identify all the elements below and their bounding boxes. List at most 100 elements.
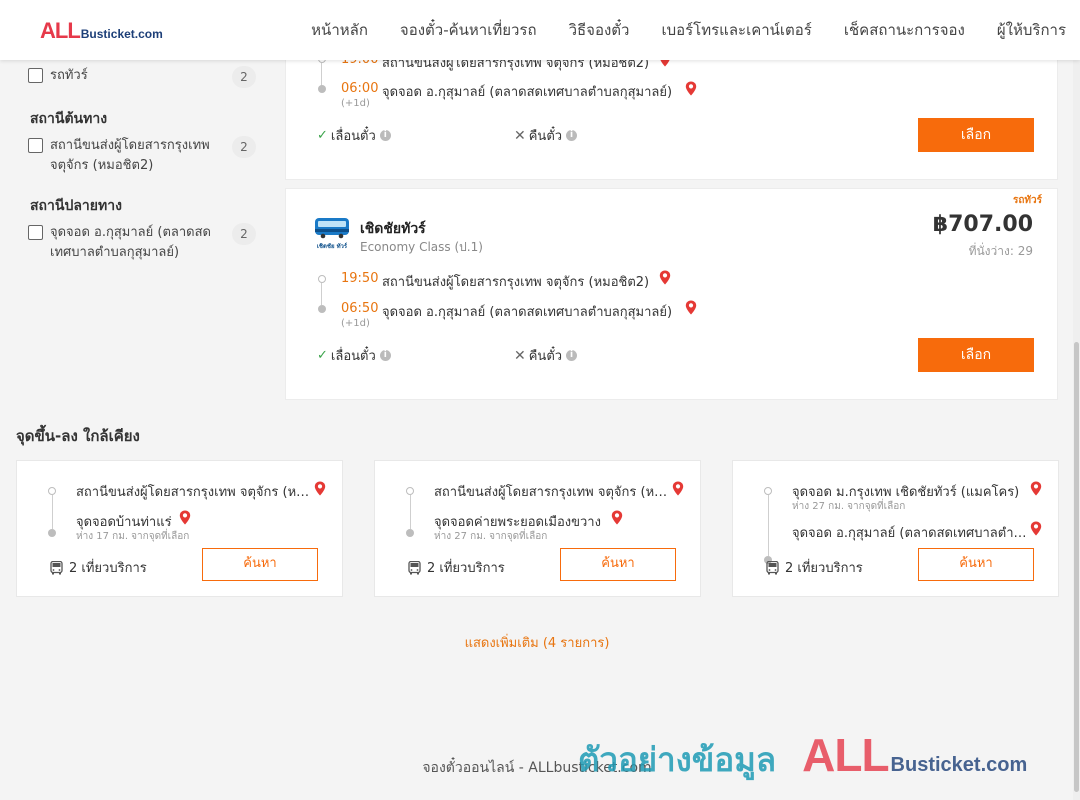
route-end-dot [318, 85, 326, 93]
trip-card: รถทัวร์ เชิดชัย ทัวร์ เชิดชัยทัวร์ Econo… [285, 188, 1058, 400]
checkbox[interactable] [28, 68, 43, 83]
route-end-dot [406, 529, 414, 537]
nav-operators[interactable]: ผู้ให้บริการ [997, 18, 1066, 42]
nearby-to-distance: ห่าง 27 กม. จากจุดที่เลือก [434, 531, 548, 542]
nav-home[interactable]: หน้าหลัก [311, 18, 368, 42]
operator-logo-text: เชิดชัย ทัวร์ [317, 242, 348, 250]
nav-how-to-book[interactable]: วิธีจองตั๋ว [569, 18, 630, 42]
feature-label: คืนตั๋ว [528, 129, 563, 144]
trip-count: 2 เที่ยวบริการ [408, 557, 505, 578]
nearby-from: สถานีขนส่งผู้โดยสารกรุงเทพ จตุจักร (หมอช… [76, 485, 311, 500]
operator-logo: เชิดชัย ทัวร์ [315, 218, 349, 250]
main-nav: หน้าหลัก จองตั๋ว-ค้นหาเที่ยวรถ วิธีจองตั… [279, 0, 1066, 60]
bus-class: Economy Class (ป.1) [360, 240, 483, 254]
nearby-search-button[interactable]: ค้นหา [202, 548, 318, 581]
feature-postpone: ✓ เลื่อนตั๋ว i [317, 345, 391, 366]
filter-label: สถานีขนส่งผู้โดยสารกรุงเทพ จตุจักร (หมอช… [50, 138, 210, 173]
feature-label: คืนตั๋ว [528, 349, 563, 364]
next-day-label: (+1d) [341, 98, 370, 109]
nearby-from-distance: ห่าง 27 กม. จากจุดที่เลือก [792, 501, 906, 512]
route-line [321, 283, 322, 305]
arrive-time: 06:50 [341, 301, 379, 316]
nearby-section-title: จุดขึ้น-ลง ใกล้เคียง [16, 427, 140, 445]
bus-icon [408, 561, 421, 575]
nearby-to: จุดจอด อ.กุสุมาลย์ (ตลาดสดเทศบาลตำบลกุสุ… [792, 526, 1027, 541]
map-pin-icon[interactable] [611, 510, 623, 525]
trip-count: 2 เที่ยวบริการ [766, 557, 863, 578]
count-badge: 2 [232, 66, 256, 88]
operator-name: เชิดชัยทัวร์ [360, 221, 426, 237]
arrive-time: 06:00 [341, 81, 379, 96]
cross-icon: ✕ [514, 127, 526, 144]
route-line [52, 495, 53, 529]
nav-search-trips[interactable]: จองตั๋ว-ค้นหาเที่ยวรถ [400, 18, 537, 42]
site-logo[interactable]: ALL Busticket.com [40, 18, 163, 44]
filter-destination-station[interactable]: จุดจอด อ.กุสุมาลย์ (ตลาดสดเทศบาลตำบลกุสุ… [28, 223, 258, 263]
info-icon[interactable]: i [566, 130, 578, 141]
price: ฿707.00 [932, 212, 1033, 237]
map-pin-icon[interactable] [1030, 521, 1042, 536]
origin-heading: สถานีต้นทาง [30, 111, 108, 127]
route-line [768, 495, 769, 556]
scrollbar-thumb[interactable] [1074, 342, 1079, 792]
map-pin-icon[interactable] [1030, 481, 1042, 496]
map-pin-icon[interactable] [672, 481, 684, 496]
show-more-link[interactable]: แสดงเพิ่มเติม (4 รายการ) [0, 632, 1074, 653]
next-day-label: (+1d) [341, 318, 370, 329]
info-icon[interactable]: i [379, 130, 391, 141]
feature-refund: ✕ คืนตั๋ว i [514, 125, 578, 146]
feature-label: เลื่อนตั๋ว [330, 129, 376, 144]
route-end-dot [48, 529, 56, 537]
trip-count-label: 2 เที่ยวบริการ [69, 561, 147, 576]
check-icon: ✓ [317, 348, 328, 363]
map-pin-icon[interactable] [659, 270, 671, 285]
map-pin-icon[interactable] [685, 300, 697, 315]
feature-refund: ✕ คืนตั๋ว i [514, 345, 578, 366]
filter-label: รถทัวร์ [50, 68, 88, 83]
depart-time: 19:50 [341, 271, 379, 286]
nearby-to-distance: ห่าง 17 กม. จากจุดที่เลือก [76, 531, 190, 542]
nearby-search-button[interactable]: ค้นหา [560, 548, 676, 581]
arrive-place: จุดจอด อ.กุสุมาลย์ (ตลาดสดเทศบาลตำบลกุสุ… [382, 85, 673, 100]
feature-postpone: ✓ เลื่อนตั๋ว i [317, 125, 391, 146]
route-start-dot [406, 487, 414, 495]
depart-place: สถานีขนส่งผู้โดยสารกรุงเทพ จตุจักร (หมอช… [382, 275, 650, 290]
select-trip-button[interactable]: เลือก [918, 118, 1034, 152]
map-pin-icon[interactable] [179, 510, 191, 525]
select-trip-button[interactable]: เลือก [918, 338, 1034, 372]
count-badge: 2 [232, 136, 256, 158]
nearby-search-button[interactable]: ค้นหา [918, 548, 1034, 581]
available-seats: ที่นั่งว่าง: 29 [968, 244, 1033, 258]
arrive-place: จุดจอด อ.กุสุมาลย์ (ตลาดสดเทศบาลตำบลกุสุ… [382, 305, 673, 320]
logo-rest: Busticket.com [80, 27, 163, 41]
route-start-dot [764, 487, 772, 495]
destination-heading: สถานีปลายทาง [30, 198, 122, 214]
bus-icon [50, 561, 63, 575]
info-icon[interactable]: i [379, 350, 391, 361]
info-icon[interactable]: i [566, 350, 578, 361]
nearby-card: สถานีขนส่งผู้โดยสารกรุงเทพ จตุจักร (หมอช… [16, 460, 343, 597]
check-icon: ✓ [317, 128, 328, 143]
checkbox[interactable] [28, 138, 43, 153]
nav-booking-status[interactable]: เช็คสถานะการจอง [844, 18, 965, 42]
footer-text: จองตั๋วออนไลน์ - ALLbusticket.com [422, 760, 652, 776]
checkbox[interactable] [28, 225, 43, 240]
trip-count: 2 เที่ยวบริการ [50, 557, 147, 578]
route-start-dot [48, 487, 56, 495]
route-start-dot [318, 275, 326, 283]
logo-all: ALL [40, 18, 81, 43]
nearby-card: จุดจอด ม.กรุงเทพ เชิดชัยทัวร์ (แมคโคร) ห… [732, 460, 1059, 597]
feature-label: เลื่อนตั๋ว [330, 349, 376, 364]
filter-bus-type-tour[interactable]: รถทัวร์ 2 [28, 66, 258, 88]
bus-icon [766, 561, 779, 575]
nav-phone-counters[interactable]: เบอร์โทรและเคาน์เตอร์ [661, 18, 811, 42]
route-line [321, 63, 322, 87]
trip-count-label: 2 เที่ยวบริการ [785, 561, 863, 576]
bus-type-tag: รถทัวร์ [1013, 195, 1043, 206]
cross-icon: ✕ [514, 347, 526, 364]
route-line [410, 495, 411, 529]
top-navbar: ALL Busticket.com หน้าหลัก จองตั๋ว-ค้นหา… [0, 0, 1080, 60]
filter-origin-station[interactable]: สถานีขนส่งผู้โดยสารกรุงเทพ จตุจักร (หมอช… [28, 136, 258, 176]
map-pin-icon[interactable] [685, 81, 697, 96]
map-pin-icon[interactable] [314, 481, 326, 496]
